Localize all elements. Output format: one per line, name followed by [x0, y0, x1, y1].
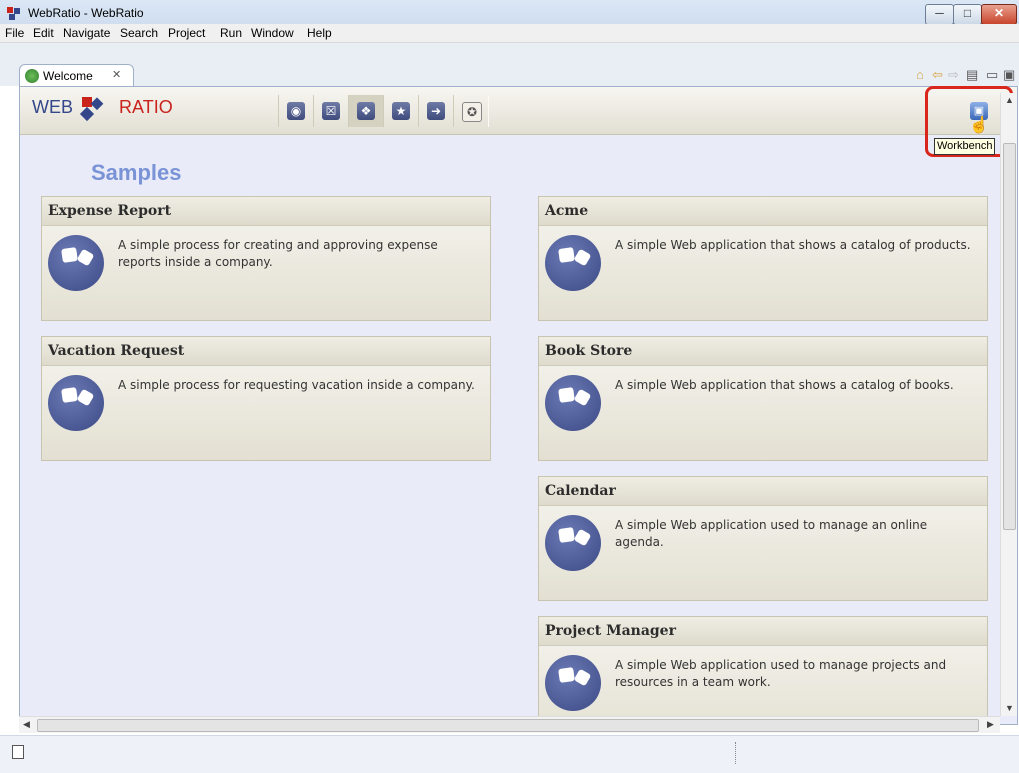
sample-card-vacation-request[interactable]: Vacation Request A simple process for re…: [41, 336, 491, 461]
menu-window[interactable]: Window: [251, 26, 294, 40]
sample-description: A simple process for creating and approv…: [118, 238, 438, 269]
sample-description: A simple Web application used to manage …: [615, 518, 928, 549]
vertical-scroll-thumb[interactable]: [1003, 143, 1016, 530]
menu-file[interactable]: File: [5, 26, 24, 40]
sample-icon: [545, 375, 601, 431]
maximize-button[interactable]: □: [953, 4, 982, 25]
menu-run[interactable]: Run: [220, 26, 242, 40]
sample-title[interactable]: Book Store: [539, 337, 987, 366]
sample-title[interactable]: Expense Report: [42, 197, 490, 226]
horizontal-scroll-thumb[interactable]: [37, 719, 979, 732]
workbench-tooltip: Workbench: [934, 138, 996, 155]
sample-icon: [48, 375, 104, 431]
sample-title[interactable]: Vacation Request: [42, 337, 490, 366]
sample-title[interactable]: Project Manager: [539, 617, 987, 646]
sample-description: A simple Web application that shows a ca…: [615, 378, 954, 392]
status-separator: [735, 742, 737, 764]
page-title: Samples: [91, 160, 182, 185]
maximize-view-icon[interactable]: ▣: [1003, 67, 1015, 83]
editor-tab-strip: [0, 43, 1019, 86]
welcome-toolbar: WEB RATIO ◉ ☒ ❖ ★ ➜ ✪ ▣: [20, 87, 1017, 135]
forward-arrow-icon[interactable]: ⇨: [948, 67, 959, 83]
status-bar: [0, 735, 1019, 773]
sample-card-expense-report[interactable]: Expense Report A simple process for crea…: [41, 196, 491, 321]
back-arrow-icon[interactable]: ⇦: [932, 67, 943, 83]
sample-icon: [48, 235, 104, 291]
sample-description: A simple process for requesting vacation…: [118, 378, 475, 392]
tutorials-icon: ☒: [322, 102, 340, 120]
sample-icon: [545, 235, 601, 291]
scroll-right-icon[interactable]: ▶: [987, 719, 994, 730]
sample-icon: [545, 655, 601, 711]
welcome-page: WEB RATIO ◉ ☒ ❖ ★ ➜ ✪ ▣ Samples Expense …: [19, 86, 1018, 725]
sample-card-book-store[interactable]: Book Store A simple Web application that…: [538, 336, 988, 461]
scroll-down-icon[interactable]: ▼: [1005, 703, 1014, 713]
scroll-up-icon[interactable]: ▲: [1005, 95, 1014, 105]
web-resources-button[interactable]: ✪: [453, 95, 489, 127]
sample-card-acme[interactable]: Acme A simple Web application that shows…: [538, 196, 988, 321]
menu-search[interactable]: Search: [120, 26, 158, 40]
welcome-icon: [25, 69, 39, 83]
whats-new-button[interactable]: ★: [383, 95, 419, 127]
close-tab-icon[interactable]: ✕: [112, 68, 121, 81]
menu-navigate[interactable]: Navigate: [63, 26, 110, 40]
sample-icon: [545, 515, 601, 571]
menu-edit[interactable]: Edit: [33, 26, 54, 40]
logo-web-text: WEB: [32, 97, 74, 117]
menu-bar: File Edit Navigate Search Project Run Wi…: [0, 24, 1019, 43]
first-steps-button[interactable]: ➜: [418, 95, 454, 127]
horizontal-scrollbar[interactable]: ◀ ▶: [19, 716, 1000, 733]
overview-button[interactable]: ◉: [278, 95, 314, 127]
sample-card-calendar[interactable]: Calendar A simple Web application used t…: [538, 476, 988, 601]
view-layout-icon[interactable]: ▤: [966, 67, 978, 83]
sample-title[interactable]: Calendar: [539, 477, 987, 506]
webratio-logo-mark: [79, 97, 104, 122]
webratio-app-icon: [7, 7, 20, 20]
vertical-scrollbar[interactable]: ▲ ▼: [1000, 93, 1017, 716]
sample-description: A simple Web application used to manage …: [615, 658, 947, 689]
sample-card-project-manager[interactable]: Project Manager A simple Web application…: [538, 616, 988, 724]
new-fast-view-icon[interactable]: [12, 745, 24, 759]
sample-description: A simple Web application that shows a ca…: [615, 238, 971, 252]
minimize-button[interactable]: ─: [925, 4, 954, 25]
samples-button[interactable]: ❖: [348, 95, 384, 127]
home-icon[interactable]: ⌂: [916, 67, 924, 82]
menu-help[interactable]: Help: [307, 26, 332, 40]
overview-icon: ◉: [287, 102, 305, 120]
samples-icon: ❖: [357, 102, 375, 120]
sample-title[interactable]: Acme: [539, 197, 987, 226]
web-resources-icon: ✪: [462, 102, 482, 122]
tab-welcome-label: Welcome: [43, 69, 93, 83]
star-icon: ★: [392, 102, 410, 120]
minimize-view-icon[interactable]: ▭: [986, 67, 998, 83]
arrow-right-icon: ➜: [427, 102, 445, 120]
tutorials-button[interactable]: ☒: [313, 95, 349, 127]
tab-welcome[interactable]: Welcome ✕: [19, 64, 134, 87]
hand-cursor-icon: ☝: [969, 117, 989, 134]
scroll-left-icon[interactable]: ◀: [23, 719, 30, 730]
logo-ratio-text: RATIO: [119, 97, 173, 117]
window-title: WebRatio - WebRatio: [28, 6, 144, 20]
menu-project[interactable]: Project: [168, 26, 205, 40]
close-window-button[interactable]: ✕: [981, 4, 1017, 25]
